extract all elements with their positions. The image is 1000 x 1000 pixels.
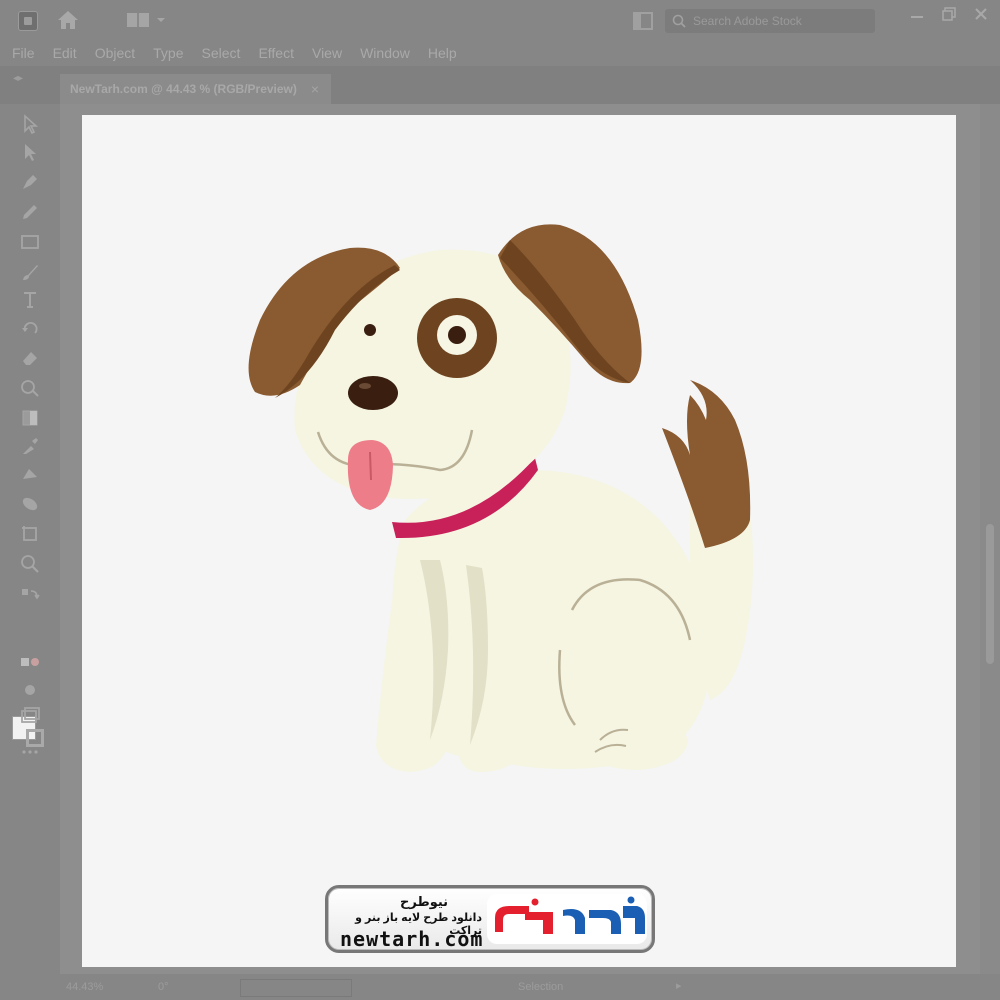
status-bar: 44.43% 0° Selection ▸ xyxy=(0,974,1000,1000)
current-tool-mode: Selection xyxy=(518,981,564,993)
artboard-navigator[interactable] xyxy=(240,979,352,997)
watermark-domain: newtarh.com xyxy=(340,927,484,951)
dog-illustration[interactable] xyxy=(0,0,1000,1000)
status-menu-arrow-icon[interactable]: ▸ xyxy=(676,979,682,992)
zoom-level[interactable]: 44.43% xyxy=(66,981,103,993)
dog-body xyxy=(376,470,711,772)
watermark-title: نیوطرح xyxy=(400,894,449,909)
newtarh-logo-icon xyxy=(487,894,647,944)
rotation-value[interactable]: 0° xyxy=(158,981,169,993)
